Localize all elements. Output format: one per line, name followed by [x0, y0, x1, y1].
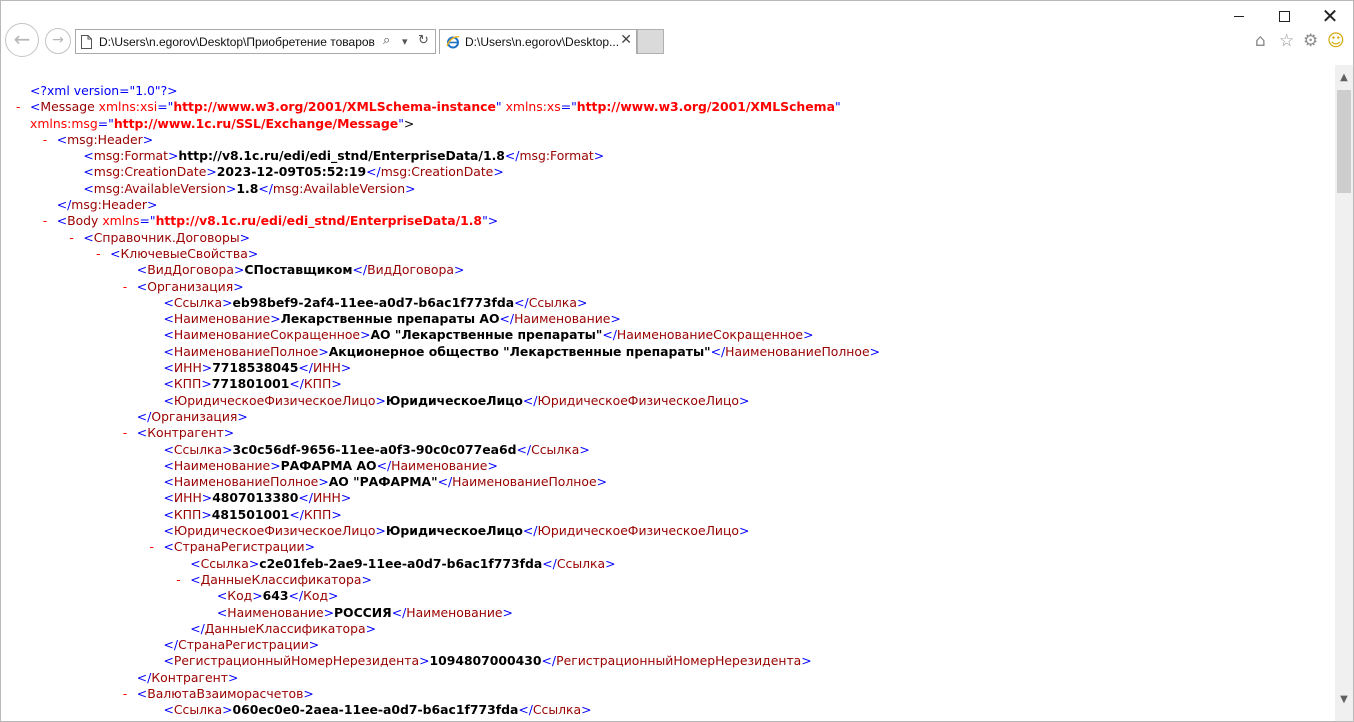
- xml-line-text: </ДанныеКлассификатора>: [190, 620, 376, 636]
- vertical-scrollbar[interactable]: ▲ ▼: [1335, 65, 1353, 721]
- xml-line-text: <Ссылка>3c0c56df-9656-11ee-a0f3-90c0c077…: [163, 441, 590, 457]
- close-icon: ✕: [1321, 4, 1339, 28]
- xml-line-text: <ЮридическоеФизическоеЛицо>ЮридическоеЛи…: [163, 392, 750, 408]
- xml-line-text: <НаименованиеПолное>Акционерное общество…: [163, 343, 880, 359]
- favorites-icon[interactable]: ☆: [1279, 31, 1294, 51]
- xml-line-text: <Наименование>РОССИЯ</Наименование>: [216, 604, 513, 620]
- xml-viewer: <?xml version="1.0"?> - <Message xmlns:xsi…: [1, 57, 1335, 721]
- tab-title: D:\Users\n.egorov\Desktop...: [465, 35, 620, 49]
- xml-line-text: <msg:Format>http://v8.1c.ru/edi/edi_stnd…: [83, 148, 605, 164]
- settings-icon[interactable]: ⚙: [1303, 31, 1318, 51]
- xml-line-text: xmlns:msg="http://www.1c.ru/SSL/Exchange…: [30, 115, 415, 131]
- scroll-up-icon[interactable]: ▲: [1335, 69, 1353, 86]
- xml-line-text: </msg:Header>: [56, 197, 158, 213]
- minimize-button[interactable]: [1216, 1, 1262, 31]
- xml-line-text: <Наименование>Лекарственные препараты АО…: [163, 311, 621, 327]
- xml-line-text: </Организация>: [136, 408, 248, 424]
- forward-button[interactable]: →: [45, 28, 71, 54]
- xml-line-text: <Ссылка>c2e01feb-2ae9-11ee-a0d7-b6ac1f77…: [190, 555, 616, 571]
- xml-line-text: <msg:CreationDate>2023-12-09T05:52:19</m…: [83, 164, 504, 180]
- arrow-left-icon: ←: [13, 27, 31, 51]
- ie-icon: [446, 36, 460, 49]
- collapse-toggle[interactable]: -: [123, 279, 127, 295]
- new-tab-button[interactable]: [637, 29, 664, 54]
- xml-line-text: <ДанныеКлассификатора>: [190, 571, 372, 587]
- maximize-icon: [1278, 11, 1290, 22]
- collapse-toggle[interactable]: -: [96, 246, 100, 262]
- back-button[interactable]: ←: [5, 23, 39, 57]
- collapse-toggle[interactable]: -: [16, 99, 20, 115]
- xml-line-text: <Справочник.Договоры>: [83, 229, 251, 245]
- xml-line-text: <КПП>771801001</КПП>: [163, 376, 342, 392]
- scrollbar-thumb[interactable]: [1337, 90, 1351, 193]
- xml-line-text: <Контрагент>: [136, 425, 235, 441]
- xml-line-text: <РегистрационныйНомерНерезидента>1094807…: [163, 653, 812, 669]
- chevron-down-icon[interactable]: ▾: [402, 35, 408, 48]
- xml-line-text: <Наименование>РАФАРМА АО</Наименование>: [163, 457, 498, 473]
- xml-line-text: <Message xmlns:xsi="http://www.w3.org/20…: [30, 99, 841, 115]
- maximize-button[interactable]: [1261, 1, 1307, 31]
- scroll-down-icon[interactable]: ▼: [1335, 691, 1353, 708]
- search-icon[interactable]: ⌕: [383, 33, 390, 48]
- xml-line-text: <?xml version="1.0"?>: [30, 83, 178, 98]
- minimize-icon: [1234, 16, 1244, 17]
- xml-line-text: <КлючевыеСвойства>: [110, 245, 259, 261]
- collapse-toggle[interactable]: -: [150, 539, 154, 555]
- xml-line-text: <Код>643</Код>: [216, 588, 339, 604]
- arrow-right-icon: →: [52, 32, 64, 48]
- collapse-toggle[interactable]: -: [123, 686, 127, 702]
- collapse-toggle[interactable]: -: [69, 230, 73, 246]
- collapse-toggle[interactable]: -: [123, 425, 127, 441]
- refresh-icon[interactable]: ↻: [418, 33, 429, 48]
- page-icon: [81, 35, 92, 49]
- xml-line-text: <КПП>481501001</КПП>: [163, 506, 342, 522]
- xml-line-text: <НаименованиеПолное>АО "РАФАРМА"</Наимен…: [163, 474, 607, 490]
- xml-line-text: <Ссылка>eb98bef9-2af4-11ee-a0d7-b6ac1f77…: [163, 294, 588, 310]
- home-icon[interactable]: ⌂: [1255, 31, 1266, 51]
- xml-line-text: <Body xmlns="http://v8.1c.ru/edi/edi_stn…: [56, 213, 499, 229]
- xml-line-text: <msg:Header>: [56, 131, 154, 147]
- browser-window: ✕ ← → D:\Users\n.egorov\Desktop\Приобрет…: [0, 0, 1354, 722]
- xml-line-text: <ИНН>7718538045</ИНН>: [163, 360, 352, 376]
- collapse-toggle[interactable]: -: [176, 572, 180, 588]
- xml-line-text: <msg:AvailableVersion>1.8</msg:Available…: [83, 180, 416, 196]
- collapse-toggle[interactable]: -: [43, 132, 47, 148]
- xml-line-text: <НаименованиеСокращенное>АО "Лекарственн…: [163, 327, 814, 343]
- address-bar[interactable]: D:\Users\n.egorov\Desktop\Приобретение т…: [75, 29, 436, 54]
- address-url[interactable]: D:\Users\n.egorov\Desktop\Приобретение т…: [99, 35, 381, 49]
- collapse-toggle[interactable]: -: [43, 213, 47, 229]
- close-tab-icon[interactable]: ✕: [620, 32, 632, 48]
- xml-line-text: <СтранаРегистрации>: [163, 539, 316, 555]
- xml-line-text: <ИНН>4807013380</ИНН>: [163, 490, 352, 506]
- xml-line-text: <Организация>: [136, 278, 244, 294]
- xml-line-text: </СтранаРегистрации>: [163, 637, 320, 653]
- tab-active[interactable]: D:\Users\n.egorov\Desktop... ✕: [439, 29, 637, 54]
- close-window-button[interactable]: ✕: [1307, 1, 1353, 31]
- xml-line-text: <ВидДоговора>СПоставщиком</ВидДоговора>: [136, 262, 465, 278]
- xml-line-text: <ЮридическоеФизическоеЛицо>ЮридическоеЛи…: [163, 523, 750, 539]
- xml-line-text: <ВалютаВзаиморасчетов>: [136, 685, 314, 701]
- xml-line-text: </Контрагент>: [136, 669, 239, 685]
- xml-line-text: <Ссылка>060ec0e0-2aea-11ee-a0d7-b6ac1f77…: [163, 702, 592, 718]
- smile-icon[interactable]: ☺: [1327, 31, 1345, 51]
